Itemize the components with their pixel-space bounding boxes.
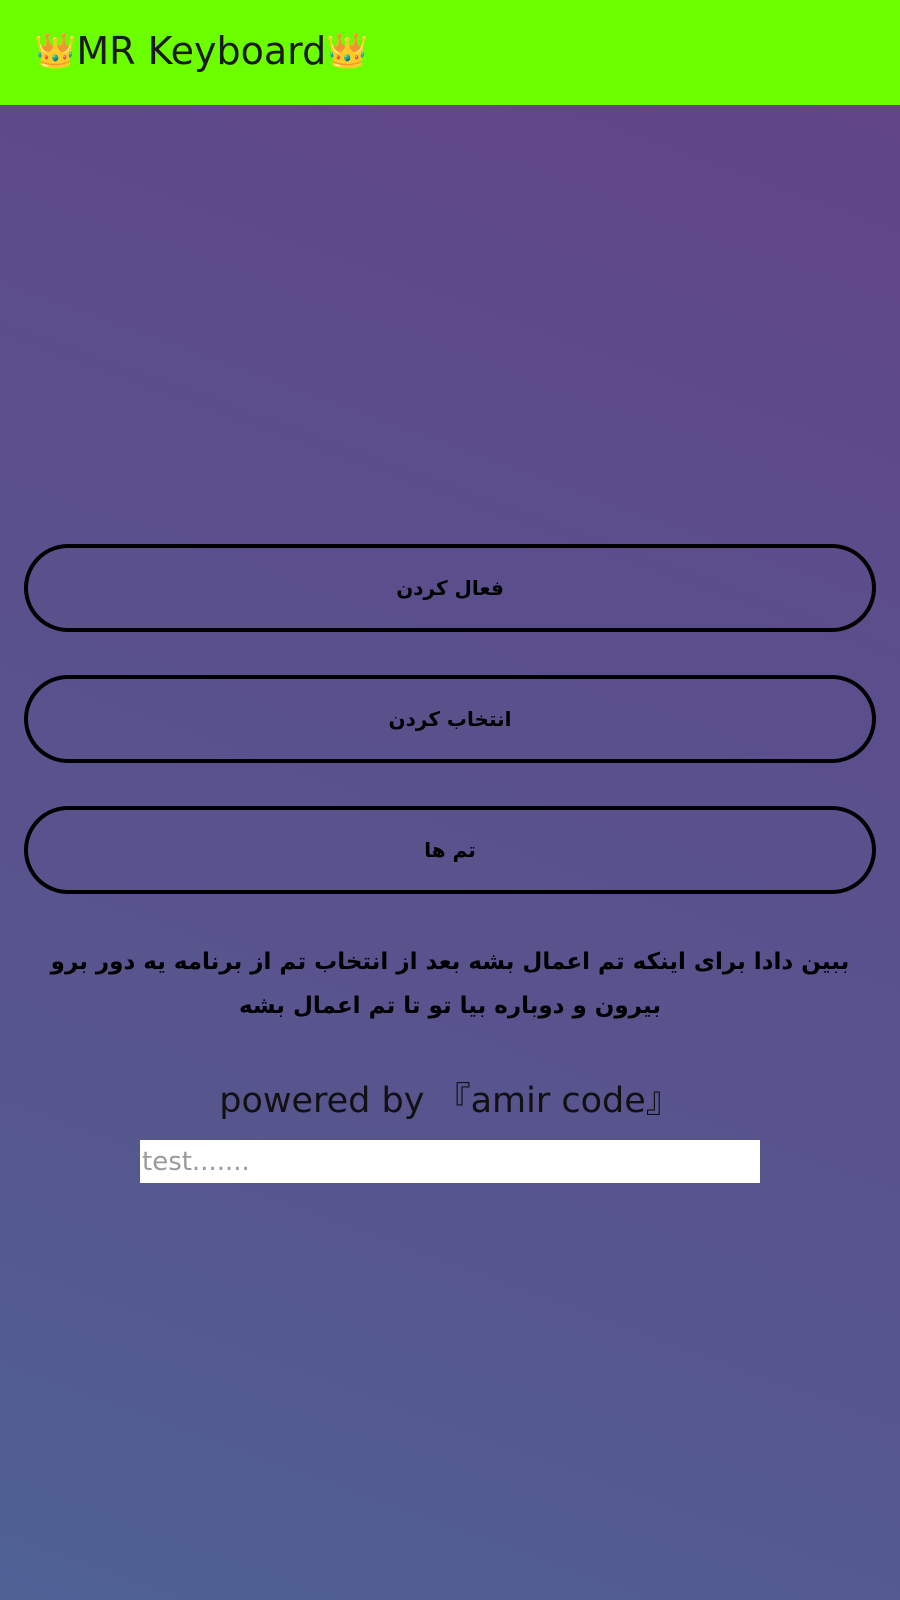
test-input[interactable] bbox=[140, 1140, 760, 1183]
app-title: 👑 MR Keyboard 👑 bbox=[34, 29, 369, 73]
powered-by-label: powered by 『amir code』 bbox=[219, 1081, 681, 1121]
select-keyboard-button[interactable]: انتخاب کردن bbox=[24, 675, 876, 763]
activate-button[interactable]: فعال کردن bbox=[24, 544, 876, 632]
crown-icon: 👑 bbox=[34, 30, 77, 71]
app-title-text: MR Keyboard bbox=[76, 28, 327, 73]
app-bar: 👑 MR Keyboard 👑 bbox=[0, 0, 900, 105]
themes-button[interactable]: تم ها bbox=[24, 806, 876, 894]
info-text: ببین دادا برای اینکه تم اعمال بشه بعد از… bbox=[50, 949, 850, 1019]
crown-icon: 👑 bbox=[326, 30, 369, 71]
